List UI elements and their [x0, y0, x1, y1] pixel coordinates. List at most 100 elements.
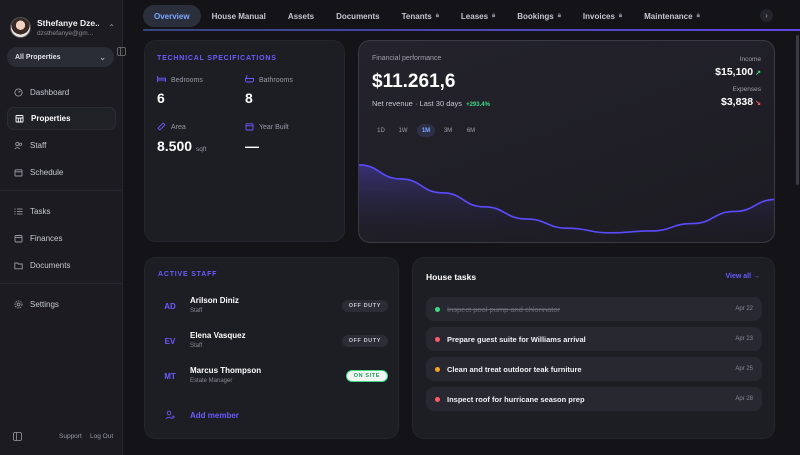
chevron-right-icon[interactable]: ›: [760, 9, 773, 22]
revenue-area: [359, 164, 774, 242]
task-date: Apr 25: [735, 366, 753, 372]
sidebar-item-label: Documents: [30, 261, 71, 270]
sidebar-item-schedule[interactable]: Schedule: [7, 161, 116, 184]
status-badge: ON SITE: [345, 370, 388, 382]
spec-bedrooms: Bedrooms 6: [157, 75, 203, 106]
sidebar-item-label: Settings: [30, 300, 59, 309]
expenses-label: Expenses: [732, 86, 761, 93]
chevron-down-icon: ⌄: [99, 52, 106, 62]
card-title: House tasks: [426, 272, 477, 282]
tab-tenants[interactable]: Tenants 🔒︎: [391, 5, 450, 27]
sidebar-divider: [0, 190, 122, 191]
lock-icon: 🔒︎: [696, 12, 700, 19]
add-member-button[interactable]: Add member: [158, 403, 239, 427]
tab-bookings[interactable]: Bookings 🔒︎: [506, 5, 572, 27]
spec-year-built: Year Built —: [245, 122, 289, 154]
tab-maintenance[interactable]: Maintenance 🔒︎: [633, 5, 711, 27]
sidebar-divider: [0, 283, 122, 284]
staff-role: Staff: [190, 343, 203, 349]
tab-label: Leases: [460, 11, 489, 21]
lock-icon: 🔒︎: [557, 12, 561, 19]
tab-label: Overview: [154, 11, 190, 21]
panel-toggle-icon[interactable]: [13, 432, 22, 443]
range-6m[interactable]: 6M: [462, 124, 480, 137]
expenses-amount: $3,838: [721, 96, 754, 108]
property-selector-value: All Properties: [15, 53, 61, 61]
staff-name: Arilson Diniz: [190, 296, 239, 305]
lock-icon: 🔒︎: [492, 12, 496, 19]
staff-row[interactable]: AD Arilson Diniz Staff OFF DUTY: [158, 291, 388, 321]
status-dot: [435, 366, 440, 372]
revenue-chart: [359, 164, 774, 242]
building-icon: [14, 114, 24, 124]
bed-icon: [157, 75, 166, 85]
task-item[interactable]: Clean and treat outdoor teak furniture A…: [426, 357, 762, 381]
support-link[interactable]: Support: [59, 433, 82, 440]
tab-leases[interactable]: Leases 🔒︎: [450, 5, 506, 27]
lock-icon: 🔒︎: [435, 12, 439, 19]
ruler-icon: [157, 122, 166, 133]
task-date: Apr 23: [735, 336, 753, 342]
task-date: Apr 28: [735, 396, 753, 402]
financial-subtitle-text: Net revenue · Last 30 days: [372, 99, 463, 108]
spec-area: Area 8.500 sqft: [157, 122, 207, 154]
range-3m[interactable]: 3M: [439, 124, 457, 137]
sidebar-item-dashboard[interactable]: Dashboard: [7, 81, 116, 104]
spec-value: 6: [157, 90, 165, 106]
tasks-icon: [13, 207, 23, 217]
staff-role: Staff: [190, 308, 203, 314]
wallet-icon: [13, 234, 23, 244]
calendar-icon: [13, 168, 23, 178]
view-all-link[interactable]: View all →: [726, 273, 761, 280]
logout-link[interactable]: Log Out: [90, 433, 113, 440]
tab-label: Invoices: [582, 11, 615, 21]
tab-overview[interactable]: Overview: [143, 5, 201, 27]
range-1d[interactable]: 1D: [372, 124, 390, 137]
spec-bathrooms: Bathrooms 8: [245, 75, 293, 106]
task-item[interactable]: Inspect pool pump and chlorinator Apr 22: [426, 297, 762, 321]
tab-label: Maintenance: [644, 11, 693, 21]
user-menu[interactable]: Sthefanye Dze... dzsthefanye@gm... ⌃: [10, 15, 115, 39]
sidebar-item-settings[interactable]: Settings: [7, 293, 116, 316]
status-dot: [435, 396, 440, 402]
collapse-sidebar-icon[interactable]: [117, 47, 127, 57]
sidebar-item-finances[interactable]: Finances: [7, 227, 116, 250]
task-item[interactable]: Prepare guest suite for Williams arrival…: [426, 327, 762, 351]
staff-row[interactable]: EV Elena Vasquez Staff OFF DUTY: [158, 326, 388, 356]
add-user-icon: [158, 403, 182, 427]
staff-name: Marcus Thompson: [190, 366, 262, 375]
property-selector[interactable]: All Properties ⌄: [7, 47, 114, 67]
status-dot: [435, 306, 440, 312]
sidebar-item-staff[interactable]: Staff: [7, 134, 116, 157]
house-tasks-card: House tasks View all → Inspect pool pump…: [412, 257, 775, 439]
income-value: $15,100 ↗: [715, 66, 761, 78]
staff-initials: AD: [164, 301, 176, 311]
range-1w[interactable]: 1W: [394, 124, 412, 137]
tab-invoices[interactable]: Invoices 🔒︎: [572, 5, 633, 27]
active-staff-card: ACTIVE STAFF AD Arilson Diniz Staff OFF …: [144, 257, 399, 439]
sidebar-item-documents[interactable]: Documents: [7, 254, 116, 277]
staff-row[interactable]: MT Marcus Thompson Estate Manager ON SIT…: [158, 361, 388, 391]
task-text: Clean and treat outdoor teak furniture: [447, 364, 582, 374]
sidebar-item-tasks[interactable]: Tasks: [7, 200, 116, 223]
change-percent: +293.4%: [466, 102, 490, 108]
task-item[interactable]: Inspect roof for hurricane season prep A…: [426, 387, 762, 411]
staff-name: Elena Vasquez: [190, 331, 246, 340]
sidebar-item-properties[interactable]: Properties: [7, 107, 116, 130]
expenses-value: $3,838 ↘: [721, 96, 761, 108]
dashboard-icon: [13, 88, 23, 98]
sidebar: Sthefanye Dze... dzsthefanye@gm... ⌃ All…: [0, 0, 126, 455]
range-1m[interactable]: 1M: [417, 124, 435, 137]
task-text: Inspect pool pump and chlorinator: [447, 304, 560, 314]
scrollbar[interactable]: [796, 35, 799, 185]
bath-icon: [245, 75, 254, 85]
tab-assets[interactable]: Assets: [277, 5, 325, 27]
financial-subtitle: Net revenue · Last 30 days +293.4%: [372, 99, 490, 108]
sidebar-item-label: Properties: [31, 114, 71, 123]
tab-house-manual[interactable]: House Manual: [201, 5, 277, 27]
sidebar-footer: Support Log Out: [0, 430, 122, 444]
staff-role: Estate Manager: [190, 378, 233, 384]
spec-label: Bathrooms: [259, 76, 293, 84]
tab-documents[interactable]: Documents: [325, 5, 391, 27]
financial-title: Financial performance: [372, 55, 442, 62]
